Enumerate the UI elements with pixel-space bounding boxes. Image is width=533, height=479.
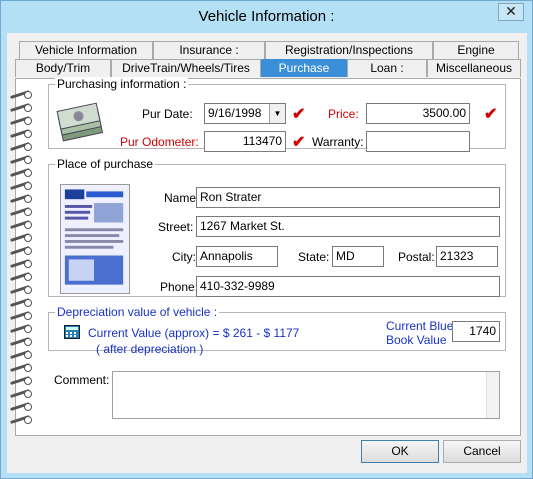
spiral-ring	[10, 416, 32, 424]
spiral-ring	[10, 286, 32, 294]
spiral-ring	[10, 143, 32, 151]
spiral-ring	[10, 260, 32, 268]
dialog-body: Vehicle Information Insurance : Registra…	[7, 33, 527, 473]
blue-book-value-field[interactable]: 1740	[452, 321, 500, 342]
cancel-button[interactable]: Cancel	[443, 440, 521, 463]
spiral-ring	[10, 390, 32, 398]
spiral-ring	[10, 338, 32, 346]
pur-date-value: 9/16/1998	[208, 106, 262, 120]
blue-book-label-line2: Book Value	[386, 333, 447, 347]
spiral-ring	[10, 325, 32, 333]
spiral-binding	[10, 91, 32, 429]
tab-loan[interactable]: Loan :	[347, 59, 427, 77]
spiral-ring	[10, 312, 32, 320]
blue-book-label-line1: Current Blue	[386, 319, 454, 333]
tab-vehicle-information[interactable]: Vehicle Information	[19, 41, 153, 59]
comment-scrollbar[interactable]	[486, 372, 499, 418]
spiral-ring	[10, 273, 32, 281]
phone-label: Phone:	[160, 280, 199, 294]
state-field[interactable]: MD	[332, 246, 384, 267]
spiral-ring	[10, 195, 32, 203]
pur-date-label: Pur Date:	[142, 107, 193, 121]
ok-button[interactable]: OK	[361, 440, 439, 463]
comment-textarea[interactable]	[112, 371, 500, 419]
depreciation-legend: Depreciation value of vehicle :	[55, 305, 220, 319]
postal-field[interactable]: 21323	[436, 246, 498, 267]
required-check-icon: ✔	[292, 134, 306, 151]
pur-date-dropdown[interactable]: 9/16/1998 ▼	[204, 103, 286, 124]
close-icon: ✕	[505, 3, 517, 19]
tab-drivetrain-wheels-tires[interactable]: DriveTrain/Wheels/Tires	[111, 59, 261, 77]
dealer-flyer-image	[60, 184, 130, 294]
street-field[interactable]: 1267 Market St.	[196, 216, 500, 237]
close-button[interactable]: ✕	[498, 3, 524, 21]
calculator-icon[interactable]	[64, 325, 80, 339]
warranty-label: Warranty:	[312, 135, 364, 149]
spiral-ring	[10, 130, 32, 138]
after-depreciation-note: ( after depreciation )	[96, 342, 204, 356]
current-value-range: Current Value (approx) = $ 261 - $ 1177	[88, 326, 300, 340]
spiral-ring	[10, 299, 32, 307]
tab-registration-inspections[interactable]: Registration/Inspections	[265, 41, 433, 59]
chevron-down-icon[interactable]: ▼	[269, 104, 285, 123]
tab-purchase[interactable]: Purchase	[261, 59, 347, 77]
spiral-ring	[10, 364, 32, 372]
spiral-ring	[10, 169, 32, 177]
title-bar: Vehicle Information : ✕	[1, 1, 532, 31]
vehicle-information-window: Vehicle Information : ✕ Vehicle Informat…	[0, 0, 533, 479]
window-title: Vehicle Information :	[198, 8, 335, 25]
spiral-ring	[10, 156, 32, 164]
purchasing-information-legend: Purchasing information :	[55, 77, 189, 91]
postal-label: Postal:	[398, 250, 435, 264]
spiral-ring	[10, 117, 32, 125]
spiral-ring	[10, 91, 32, 99]
state-label: State:	[298, 250, 330, 264]
name-label: Name:	[164, 191, 200, 205]
city-label: City:	[172, 250, 196, 264]
spiral-ring	[10, 377, 32, 385]
street-label: Street:	[158, 220, 194, 234]
spiral-ring	[10, 351, 32, 359]
price-field[interactable]: 3500.00	[366, 103, 470, 124]
spiral-ring	[10, 182, 32, 190]
place-of-purchase-legend: Place of purchase	[55, 157, 156, 171]
spiral-ring	[10, 208, 32, 216]
spiral-ring	[10, 104, 32, 112]
name-field[interactable]: Ron Strater	[196, 187, 500, 208]
comment-label: Comment:	[54, 373, 110, 387]
required-check-icon: ✔	[484, 106, 498, 123]
money-stack-image	[56, 102, 104, 142]
spiral-ring	[10, 403, 32, 411]
tab-insurance[interactable]: Insurance :	[153, 41, 265, 59]
spiral-ring	[10, 234, 32, 242]
city-field[interactable]: Annapolis	[196, 246, 278, 267]
warranty-field[interactable]	[366, 131, 470, 152]
pur-odometer-field[interactable]: 113470	[204, 131, 286, 152]
required-check-icon: ✔	[292, 106, 306, 123]
tab-engine[interactable]: Engine	[433, 41, 519, 59]
spiral-ring	[10, 247, 32, 255]
price-label: Price:	[328, 107, 359, 121]
tab-miscellaneous[interactable]: Miscellaneous	[427, 59, 521, 77]
purchase-panel: Purchasing information : Pur Date: 9/16/…	[15, 77, 521, 436]
phone-field[interactable]: 410-332-9989	[196, 276, 500, 297]
pur-odometer-label: Pur Odometer:	[120, 135, 199, 149]
tab-body-trim[interactable]: Body/Trim	[15, 59, 111, 77]
spiral-ring	[10, 221, 32, 229]
